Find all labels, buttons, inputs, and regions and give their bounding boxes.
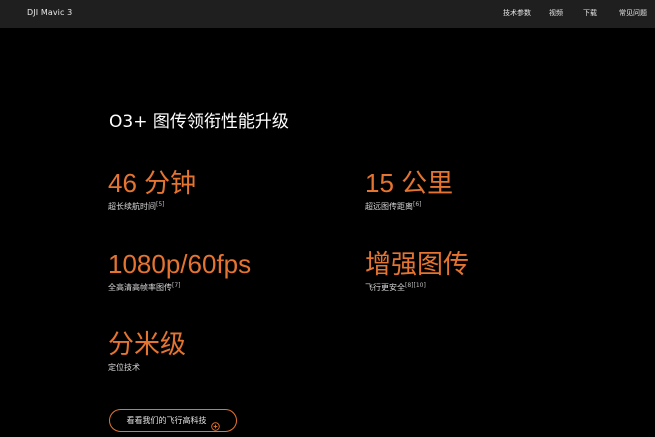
nav-link-video[interactable]: 视频: [549, 7, 563, 19]
stat-value: 分米级: [108, 329, 187, 359]
stat-video-quality: 1080p/60fps 全高清高帧率图传[7]: [108, 248, 251, 293]
stat-label-text: 飞行更安全: [365, 283, 405, 292]
stat-value: 46 分钟: [108, 168, 197, 198]
stat-label-text: 全高清高帧率图传: [108, 283, 172, 292]
flight-tech-button-label: 看看我们的飞行高科技: [126, 416, 207, 425]
nav-link-download[interactable]: 下载: [583, 7, 597, 19]
stat-enhanced-transmission: 增强图传 飞行更安全[8][10]: [365, 248, 469, 293]
footnote-ref[interactable]: [7]: [172, 282, 181, 289]
footnote-ref[interactable]: [6]: [413, 201, 422, 208]
stat-label-text: 超长续航时间: [108, 202, 156, 211]
nav-link-specs[interactable]: 技术参数: [503, 7, 531, 19]
stat-transmission-range: 15 公里 超远图传距离[6]: [365, 167, 453, 212]
stat-label-text: 超远图传距离: [365, 202, 413, 211]
footnote-ref[interactable]: [8][10]: [405, 282, 426, 289]
stat-positioning: 分米级 定位技术: [108, 328, 186, 373]
stat-label: 定位技术: [108, 362, 186, 373]
stat-label: 全高清高帧率图传[7]: [108, 282, 251, 293]
stat-value: 1080p/60fps: [108, 249, 252, 279]
section-title: O3+ 图传领衔性能升级: [109, 112, 289, 132]
stat-label-text: 定位技术: [108, 363, 140, 372]
stat-value: 增强图传: [365, 249, 470, 279]
page: DJI Mavic 3 技术参数 视频 下载 常见问题 O3+ 图传领衔性能升级…: [0, 0, 655, 437]
flight-tech-button[interactable]: 看看我们的飞行高科技: [109, 409, 237, 432]
top-navbar: DJI Mavic 3 技术参数 视频 下载 常见问题: [0, 0, 655, 28]
stat-value: 15 公里: [365, 168, 454, 198]
nav-link-faq[interactable]: 常见问题: [619, 7, 647, 19]
footnote-ref[interactable]: [5]: [156, 201, 165, 208]
plus-circle-icon: [210, 416, 220, 431]
stat-label: 超远图传距离[6]: [365, 201, 453, 212]
stat-flight-time: 46 分钟 超长续航时间[5]: [108, 167, 196, 212]
product-title[interactable]: DJI Mavic 3: [27, 7, 72, 19]
stat-label: 飞行更安全[8][10]: [365, 282, 469, 293]
stat-label: 超长续航时间[5]: [108, 201, 196, 212]
